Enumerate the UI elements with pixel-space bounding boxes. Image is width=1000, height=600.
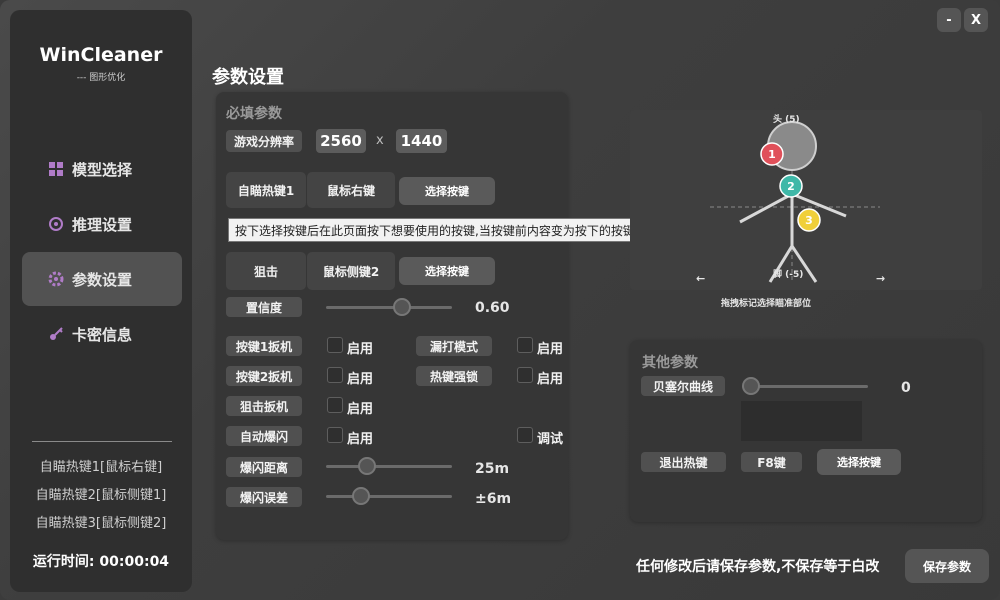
- snipe-trigger-label: 狙击扳机: [226, 396, 302, 416]
- tap-mode-enable: 启用: [537, 342, 564, 357]
- auto-flash-checkbox[interactable]: [327, 427, 343, 443]
- svg-text:2: 2: [787, 180, 795, 193]
- snipe-label: 狙击: [226, 252, 306, 290]
- marker-2[interactable]: 2: [779, 174, 803, 198]
- exit-hotkey-select-button[interactable]: 选择按键: [817, 449, 901, 475]
- key2-trigger-label: 按键2扳机: [226, 366, 302, 386]
- grid-icon: [48, 161, 64, 177]
- bezier-preview: [741, 401, 862, 441]
- required-params-title: 必填参数: [226, 106, 282, 122]
- diagram-hint: 拖拽标记选择瞄准部位: [721, 299, 812, 309]
- cycle-icon: [48, 216, 64, 232]
- svg-text:1: 1: [768, 148, 776, 161]
- key1-trigger-checkbox[interactable]: [327, 337, 343, 353]
- app-title: WinCleaner: [39, 44, 163, 66]
- key2-trigger-enable: 启用: [347, 372, 374, 387]
- flash-error-slider-knob[interactable]: [352, 487, 370, 505]
- sidebar-item-inference[interactable]: 推理设置: [22, 197, 182, 251]
- aim-hotkey1-label: 自瞄热键1: [226, 172, 306, 208]
- flash-distance-slider-track[interactable]: [326, 465, 452, 468]
- hotkey-info-2: 自瞄热键2[鼠标侧键1]: [35, 488, 167, 503]
- sidebar-item-label: 模型选择: [72, 160, 133, 179]
- auto-flash-label: 自动爆闪: [226, 426, 302, 446]
- confidence-value: 0.60: [475, 300, 510, 316]
- marker-3[interactable]: 3: [797, 208, 821, 232]
- snipe-trigger-checkbox[interactable]: [327, 397, 343, 413]
- sidebar-item-model[interactable]: 模型选择: [22, 142, 182, 196]
- runtime: 运行时间: 00:00:04: [10, 551, 192, 571]
- head-label: 头 (5): [773, 115, 800, 125]
- sidebar-item-label: 卡密信息: [72, 325, 133, 344]
- app-window: WinCleaner --- 图形优化 模型选择 推理设置 参数设置 卡密信息 …: [0, 0, 1000, 600]
- flash-distance-value: 25m: [475, 461, 510, 477]
- body-figure: 1 2 3: [710, 121, 880, 283]
- aim-hotkey1-select-button[interactable]: 选择按键: [399, 177, 495, 205]
- other-params-title: 其他参数: [642, 355, 698, 371]
- tap-mode-label: 漏打模式: [416, 336, 492, 356]
- brand: WinCleaner --- 图形优化: [10, 44, 192, 83]
- app-subtitle: --- 图形优化: [76, 73, 126, 83]
- flash-error-value: ±6m: [475, 491, 512, 507]
- key1-trigger-enable: 启用: [347, 342, 374, 357]
- sidebar-divider: [32, 441, 172, 442]
- resolution-label: 游戏分辨率: [226, 130, 302, 152]
- hotkey-info-1: 自瞄热键1[鼠标右键]: [39, 460, 163, 475]
- flash-distance-label: 爆闪距离: [226, 457, 302, 477]
- save-reminder: 任何修改后请保存参数,不保存等于白改: [636, 559, 880, 575]
- hotkey-info-3: 自瞄热键3[鼠标侧键2]: [35, 516, 167, 531]
- resolution-height-input[interactable]: 1440: [396, 129, 447, 153]
- key1-trigger-label: 按键1扳机: [226, 336, 302, 356]
- sidebar: WinCleaner --- 图形优化 模型选择 推理设置 参数设置 卡密信息 …: [10, 10, 192, 592]
- confidence-slider-track[interactable]: [326, 306, 452, 309]
- exit-hotkey-value: F8键: [741, 452, 802, 472]
- bezier-slider-knob[interactable]: [742, 377, 760, 395]
- aim-hotkey1-key: 鼠标右键: [307, 172, 395, 208]
- right-arrow-icon: →: [876, 272, 886, 285]
- sidebar-item-license[interactable]: 卡密信息: [22, 307, 182, 361]
- bezier-value: 0: [901, 380, 911, 396]
- minimize-button[interactable]: -: [937, 8, 961, 32]
- confidence-slider-knob[interactable]: [393, 298, 411, 316]
- page-title: 参数设置: [212, 67, 284, 88]
- auto-flash-enable: 启用: [347, 432, 374, 447]
- flash-error-label: 爆闪误差: [226, 487, 302, 507]
- runtime-value: 00:00:04: [99, 554, 170, 570]
- bezier-slider-track[interactable]: [742, 385, 868, 388]
- runtime-label: 运行时间:: [32, 554, 95, 570]
- close-button[interactable]: X: [964, 8, 988, 32]
- save-params-button[interactable]: 保存参数: [905, 549, 989, 583]
- exit-hotkey-label: 退出热键: [641, 452, 726, 472]
- hotkey-lock-enable: 启用: [537, 372, 564, 387]
- left-arrow-icon: ←: [696, 272, 706, 285]
- sidebar-item-label: 参数设置: [72, 270, 133, 289]
- snipe-key: 鼠标侧键2: [307, 252, 395, 290]
- bezier-label: 贝塞尔曲线: [641, 376, 725, 396]
- sidebar-item-label: 推理设置: [72, 215, 133, 234]
- marker-1[interactable]: 1: [760, 142, 784, 166]
- snipe-select-button[interactable]: 选择按键: [399, 257, 495, 285]
- tap-mode-checkbox[interactable]: [517, 337, 533, 353]
- gear-icon: [48, 271, 64, 287]
- flash-error-slider-track[interactable]: [326, 495, 452, 498]
- sidebar-item-params[interactable]: 参数设置: [22, 252, 182, 306]
- foot-label: 脚 (-5): [773, 270, 804, 280]
- confidence-label: 置信度: [226, 297, 302, 317]
- hotkey-lock-label: 热键强锁: [416, 366, 492, 386]
- snipe-trigger-enable: 启用: [347, 402, 374, 417]
- flash-distance-slider-knob[interactable]: [358, 457, 376, 475]
- resolution-separator: x: [376, 133, 384, 148]
- debug-label: 调试: [537, 432, 564, 447]
- aim-body-diagram[interactable]: 1 2 3 头 (5) 脚 (-5) ← →: [630, 110, 982, 290]
- svg-text:3: 3: [805, 214, 813, 227]
- key2-trigger-checkbox[interactable]: [327, 367, 343, 383]
- hotkey-lock-checkbox[interactable]: [517, 367, 533, 383]
- resolution-width-input[interactable]: 2560: [316, 129, 366, 153]
- key-icon: [48, 326, 64, 342]
- debug-checkbox[interactable]: [517, 427, 533, 443]
